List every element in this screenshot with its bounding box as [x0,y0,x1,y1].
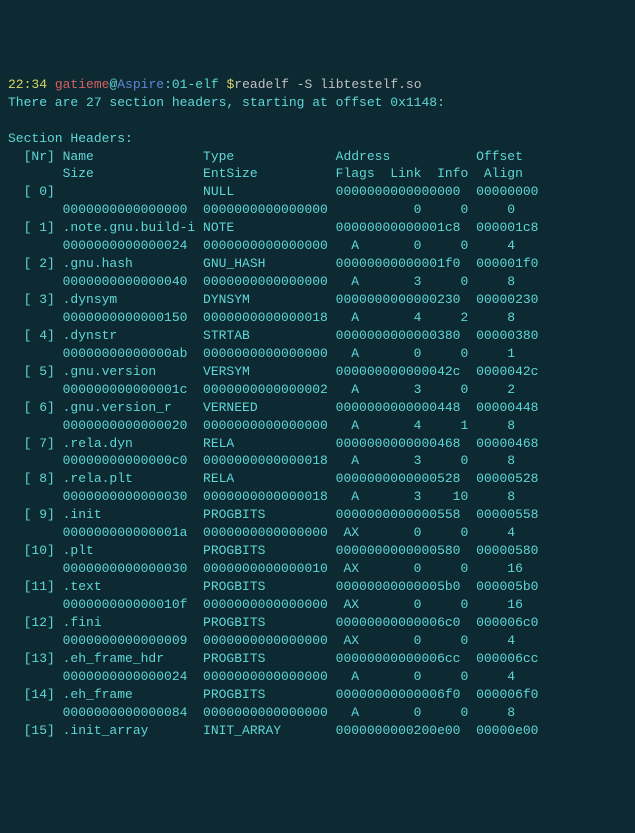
prompt-host: Aspire [117,77,164,92]
section-title: Section Headers: [8,131,133,146]
command-text: readelf -S libtestelf.so [234,77,421,92]
prompt-line[interactable]: 22:34 gatieme@Aspire:01-elf $readelf -S … [8,77,422,92]
prompt-path: 01-elf [172,77,219,92]
header-line-2: Size EntSize Flags Link Info Align [8,166,523,181]
prompt-user: gatieme [55,77,110,92]
section-rows: [ 0] NULL 0000000000000000 00000000 0000… [8,184,539,737]
summary-line: There are 27 section headers, starting a… [8,95,445,110]
prompt-sep: : [164,77,172,92]
prompt-time: 22:34 [8,77,47,92]
prompt-dollar: $ [219,77,235,92]
terminal-output: 22:34 gatieme@Aspire:01-elf $readelf -S … [8,76,627,740]
header-line-1: [Nr] Name Type Address Offset [8,149,523,164]
